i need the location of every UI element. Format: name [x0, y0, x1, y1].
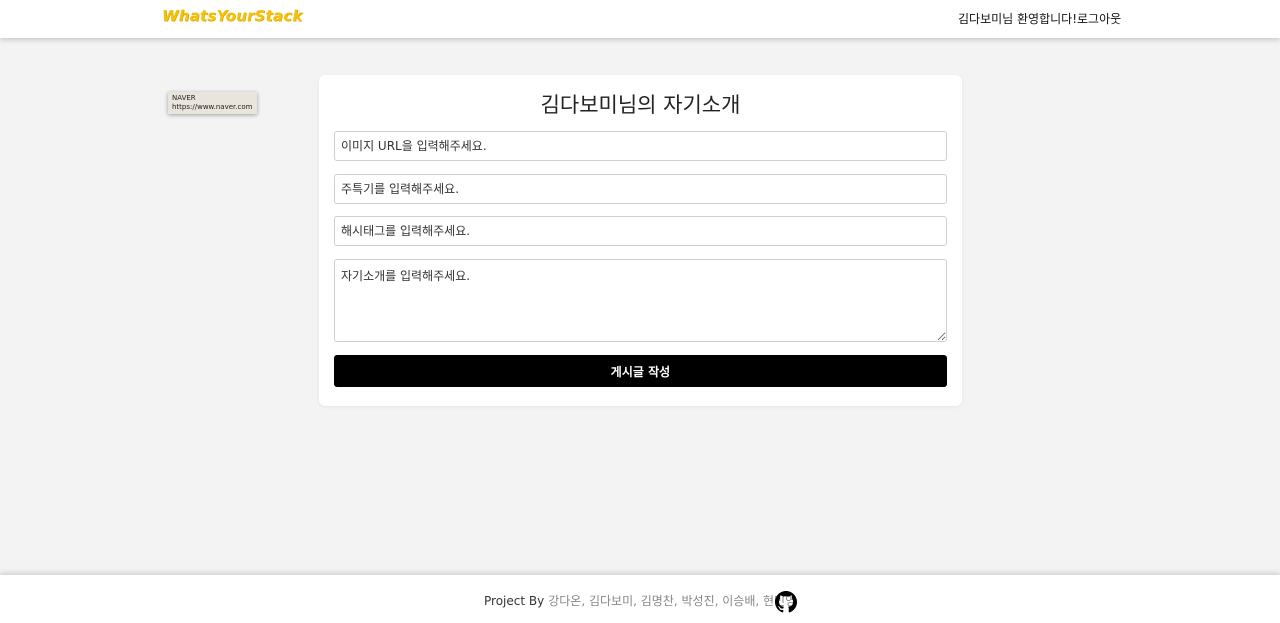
github-icon[interactable]	[775, 591, 797, 613]
hashtag-input[interactable]	[334, 216, 947, 246]
welcome-text: 김다보미님 환영합니다!	[958, 12, 1078, 26]
link-preview-tooltip: NAVER https://www.naver.com	[168, 92, 257, 114]
footer-credits: Project By 강다온, 김다보미, 김명찬, 박성진, 이승배, 현민영	[484, 592, 796, 609]
intro-textarea[interactable]	[334, 259, 947, 342]
footer-prefix: Project By	[484, 593, 545, 608]
tooltip-title: NAVER	[172, 94, 196, 102]
logo[interactable]: WhatsYourStack	[162, 7, 303, 25]
footer: Project By 강다온, 김다보미, 김명찬, 박성진, 이승배, 현민영	[0, 575, 1280, 623]
image-url-input[interactable]	[334, 131, 947, 161]
logout-link[interactable]: 로그아웃	[1077, 10, 1121, 27]
submit-post-button[interactable]: 게시글 작성	[334, 355, 947, 387]
main-stack-input[interactable]	[334, 174, 947, 204]
footer-members: 강다온, 김다보미, 김명찬, 박성진, 이승배, 현민영	[548, 594, 797, 608]
tooltip-url: https://www.naver.com	[172, 103, 253, 111]
intro-form-card: 김다보미님의 자기소개 게시글 작성	[319, 75, 962, 406]
header: WhatsYourStack 김다보미님 환영합니다! 로그아웃	[0, 0, 1280, 38]
form-title: 김다보미님의 자기소개	[540, 93, 741, 117]
